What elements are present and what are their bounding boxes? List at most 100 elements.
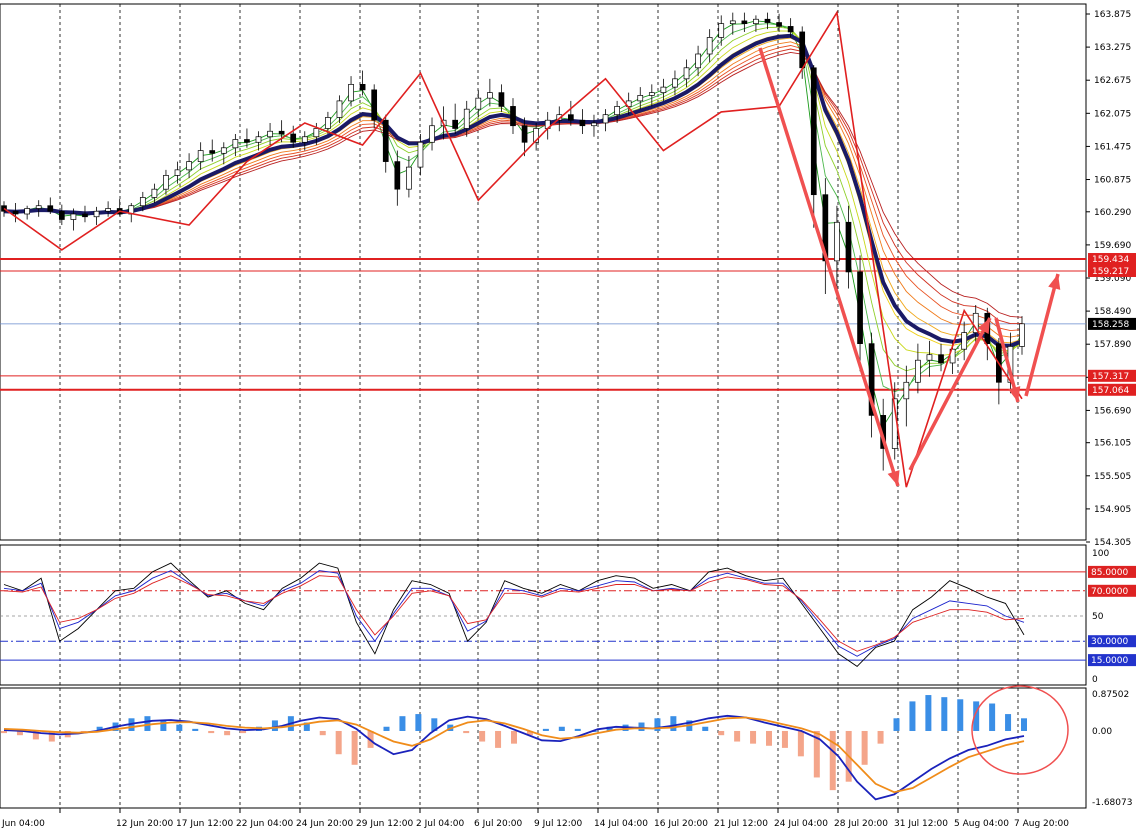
candle-bull (753, 18, 759, 25)
candle-bull (174, 169, 181, 176)
price-tick-label: 156.690 (1094, 406, 1131, 416)
x-tick-label: 16 Jul 20:00 (654, 819, 708, 829)
macd-histogram-bar (829, 730, 836, 791)
macd-histogram-bar (335, 730, 342, 755)
macd-histogram-bar (797, 730, 804, 757)
price-tick-label: 154.305 (1094, 538, 1131, 548)
price-panel: 163.875 163.275 162.675 162.075 161.475 160.8… (0, 3, 1136, 808)
macd-histogram-bar (240, 730, 247, 734)
candle-bull (417, 141, 424, 168)
macd-histogram-bar (877, 730, 884, 744)
x-tick-label: 17 Jun 12:00 (176, 819, 233, 829)
macd-histogram-bar (511, 730, 517, 744)
price-tick-label: 156.105 (1094, 439, 1131, 449)
price-tick-label: 162.075 (1094, 109, 1131, 119)
price-tick-label: 163.275 (1094, 43, 1131, 53)
candle-bear (382, 119, 389, 162)
price-plot-frame (0, 3, 1087, 541)
macd-histogram-bar (989, 703, 996, 731)
candle-bull (163, 175, 169, 190)
x-tick-label: 22 Jun 04:00 (236, 819, 293, 829)
candle-bear (371, 89, 378, 121)
macd-histogram-bar (781, 730, 788, 748)
down-arrow-head (887, 470, 900, 486)
candle-bear (776, 22, 782, 27)
x-tick-label: 14 Jul 04:00 (594, 819, 648, 829)
macd-histogram-bar (383, 726, 390, 731)
macd-histogram-bar (176, 724, 183, 731)
macd-histogram-bar (1021, 718, 1027, 731)
time-axis: Jun 04:00 12 Jun 20:00 17 Jun 12:00 22 Jun … (0, 807, 1086, 829)
candle-bull (313, 128, 320, 138)
stoch-series-line (3, 575, 1025, 652)
candle-bull (105, 208, 111, 212)
price-tick-label: 157.890 (1094, 340, 1131, 350)
candle-bull (672, 78, 678, 88)
macd-histogram-bar (734, 730, 741, 742)
ma-ribbon-line (3, 45, 1023, 332)
macd-histogram-bar (542, 728, 549, 731)
candle-bull (406, 166, 412, 190)
level-label: 157.317 (1092, 372, 1129, 382)
candle-bear (498, 92, 505, 107)
candle-bear (278, 130, 285, 135)
macd-histogram-bar (271, 720, 278, 731)
candle-bull (1019, 323, 1025, 347)
x-tick-label: 24 Jul 04:00 (774, 819, 828, 829)
stoch-series-line (3, 570, 1025, 657)
macd-histogram-bar (319, 730, 326, 736)
candle-bull (915, 359, 921, 383)
level-label: 159.434 (1092, 255, 1129, 265)
x-tick-label: 31 Jul 12:00 (894, 819, 948, 829)
macd-panel: 0.87502 0.00 -1.68073 (0, 685, 1132, 809)
candle-bear (857, 271, 863, 345)
candle-bull (325, 117, 331, 129)
macd-histogram-bar (670, 716, 677, 731)
candle-bull (429, 125, 435, 143)
candle-bull (139, 197, 146, 207)
macd-histogram-bar (399, 716, 406, 731)
x-tick-label: 28 Jul 20:00 (834, 819, 888, 829)
macd-histogram-bar (861, 730, 868, 765)
price-tick-label: 162.675 (1094, 76, 1131, 86)
level-label: 157.064 (1092, 386, 1129, 396)
candle-bull (487, 92, 493, 99)
x-tick-label: 7 Aug 20:00 (1014, 819, 1069, 829)
candle-bear (938, 354, 944, 364)
candle-bull (463, 108, 470, 129)
price-tick-label: 158.490 (1094, 307, 1131, 317)
candle-bear (810, 67, 817, 196)
macd-histogram-bar (1005, 714, 1012, 731)
ma-ribbon-line (3, 23, 1023, 393)
candle-bear (359, 83, 366, 91)
macd-histogram-bar (925, 695, 932, 731)
candle-bull (186, 161, 192, 171)
macd-histogram-bar (702, 726, 709, 731)
macd-histogram-bar (957, 699, 964, 731)
stoch-tick-label: 50 (1092, 612, 1104, 622)
x-tick-label: 6 Jul 20:00 (474, 819, 523, 829)
price-tick-label: 161.475 (1094, 142, 1131, 152)
candle-bear (521, 125, 528, 143)
macd-histogram-bar (1, 730, 7, 734)
stoch-level-label: 85.0000 (1091, 568, 1128, 578)
target-arrow (1024, 273, 1060, 397)
candle-bull (255, 136, 262, 143)
macd-histogram-bar (638, 722, 645, 731)
price-tick-label: 159.690 (1094, 241, 1131, 251)
candle-bull (301, 136, 308, 143)
macd-histogram-bar (144, 716, 151, 731)
candle-bear (452, 119, 459, 129)
candle-bull (348, 83, 354, 102)
macd-plot-frame (0, 687, 1087, 809)
macd-histogram-bar (224, 730, 231, 736)
macd-tick-label: 0.87502 (1092, 690, 1129, 700)
candle-bear (290, 133, 297, 143)
candle-bear (567, 114, 574, 121)
x-tick-label: 29 Jun 12:00 (356, 819, 413, 829)
candle-bear (845, 221, 852, 273)
candle-bear (209, 150, 216, 154)
candle-bear (799, 31, 806, 69)
candle-bull (926, 354, 933, 361)
macd-histogram-bar (766, 730, 772, 746)
